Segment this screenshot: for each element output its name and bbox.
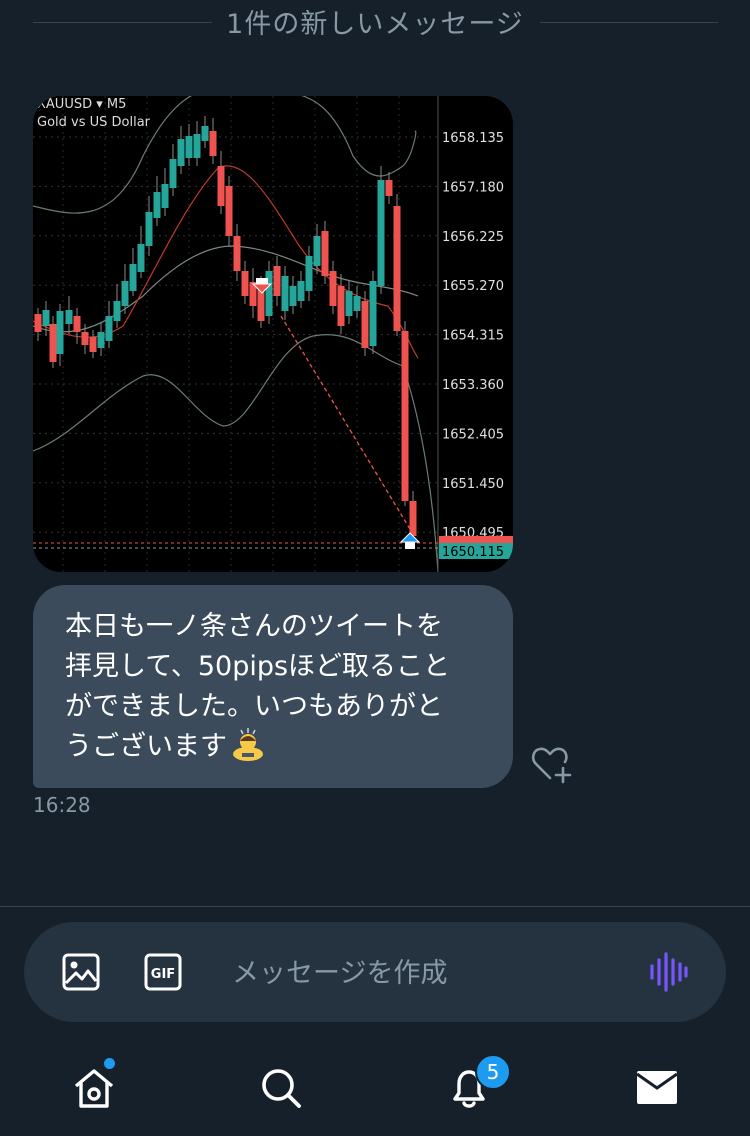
chart-subtitle: Gold vs US Dollar bbox=[37, 115, 151, 130]
new-messages-label: 1件の新しいメッセージ bbox=[212, 9, 538, 40]
price-tick: 1651.450 bbox=[442, 477, 504, 492]
candle-body bbox=[241, 271, 249, 296]
bollinger-bands bbox=[33, 96, 439, 572]
candle-body bbox=[121, 281, 129, 306]
new-messages-divider: 1件の新しいメッセージ bbox=[0, 0, 750, 44]
bottom-navigation: 5 bbox=[0, 1036, 750, 1136]
candle-body bbox=[81, 332, 89, 345]
candle-body bbox=[49, 324, 57, 362]
candle-body bbox=[409, 501, 417, 536]
candle-body bbox=[329, 271, 337, 306]
person-bowing-emoji bbox=[231, 727, 265, 773]
image-icon[interactable] bbox=[61, 952, 101, 992]
candle-body bbox=[193, 134, 201, 158]
candle-body bbox=[385, 180, 393, 196]
price-tick: 1652.405 bbox=[442, 427, 504, 442]
bb-mid bbox=[33, 245, 419, 333]
message-input[interactable] bbox=[230, 949, 614, 997]
message-line-1: 本日も一ノ条さんのツイートを bbox=[65, 611, 443, 642]
candle-body bbox=[353, 296, 361, 311]
candle-body bbox=[209, 131, 217, 156]
current-price-label: 1650.115 bbox=[442, 545, 504, 560]
price-tick: 1657.180 bbox=[442, 180, 504, 195]
candle-body bbox=[321, 231, 329, 276]
candle-body bbox=[401, 331, 409, 501]
candle-body bbox=[297, 281, 305, 301]
home-new-dot bbox=[104, 1058, 115, 1069]
candle-body bbox=[169, 159, 177, 188]
candle-body bbox=[345, 291, 353, 316]
candle-body bbox=[393, 206, 401, 331]
home-icon[interactable] bbox=[70, 1058, 118, 1112]
candle-body bbox=[225, 186, 233, 236]
message-line-2: 拝見して、50pipsほど取ること bbox=[65, 651, 451, 682]
price-axis-ticks: 1658.135 1657.180 1656.225 1655.270 1654.315… bbox=[442, 131, 504, 541]
candle-body bbox=[153, 192, 161, 218]
candle-body bbox=[185, 136, 193, 158]
candles bbox=[34, 116, 417, 544]
notifications-icon[interactable]: 5 bbox=[445, 1054, 511, 1112]
chart-symbol: XAUUSD ▾ M5 bbox=[37, 97, 126, 112]
candle-body bbox=[113, 301, 121, 321]
candle-body bbox=[281, 276, 289, 311]
candle-body bbox=[89, 337, 97, 352]
search-icon[interactable] bbox=[257, 1064, 305, 1112]
candle-body bbox=[42, 310, 50, 326]
message-timestamp: 16:28 bbox=[33, 793, 91, 817]
price-tick: 1658.135 bbox=[442, 131, 504, 146]
candle-body bbox=[201, 126, 209, 141]
message-line-3: ができました。いつもありがと bbox=[65, 691, 443, 722]
candle-body bbox=[145, 212, 153, 246]
candle-body bbox=[177, 139, 185, 166]
candle-body bbox=[305, 256, 313, 291]
candle-body bbox=[34, 314, 42, 332]
bb-lower bbox=[33, 334, 439, 572]
candle-body bbox=[337, 286, 345, 326]
message-bubble[interactable]: 本日も一ノ条さんのツイートを 拝見して、50pipsほど取ること ができました。… bbox=[33, 585, 513, 788]
candle-body bbox=[97, 332, 105, 348]
candle-body bbox=[137, 244, 145, 272]
price-tick: 1656.225 bbox=[442, 230, 504, 245]
candle-body bbox=[161, 184, 169, 208]
candle-body bbox=[313, 236, 321, 266]
price-tick: 1654.315 bbox=[442, 329, 504, 344]
add-reaction-icon[interactable] bbox=[530, 744, 576, 784]
notifications-badge: 5 bbox=[475, 1054, 511, 1090]
candle-body bbox=[361, 301, 369, 348]
attached-chart-image[interactable]: 1658.135 1657.180 1656.225 1655.270 1654.315… bbox=[33, 96, 513, 572]
messages-icon[interactable] bbox=[634, 1064, 682, 1112]
gif-label: GIF bbox=[151, 967, 175, 982]
candle-body bbox=[369, 281, 377, 346]
candle-body bbox=[65, 310, 73, 324]
trade-line bbox=[280, 315, 414, 535]
candle-body bbox=[56, 311, 64, 354]
candle-body bbox=[105, 316, 113, 341]
xauusd-chart: 1658.135 1657.180 1656.225 1655.270 1654.315… bbox=[33, 96, 513, 572]
price-tick: 1655.270 bbox=[442, 279, 504, 294]
candle-body bbox=[233, 236, 241, 271]
candle-body bbox=[217, 166, 225, 206]
candle-body bbox=[265, 271, 273, 316]
candle-body bbox=[129, 264, 137, 291]
candle-body bbox=[273, 266, 281, 296]
gif-icon[interactable]: GIF bbox=[143, 952, 183, 992]
voice-message-icon[interactable] bbox=[648, 952, 688, 992]
candle-body bbox=[377, 180, 385, 286]
composer-divider bbox=[0, 906, 750, 907]
candle-body bbox=[73, 316, 81, 332]
message-line-4: うございます bbox=[65, 731, 227, 762]
message-composer: GIF bbox=[24, 922, 726, 1022]
price-tick: 1653.360 bbox=[442, 378, 504, 393]
candle-body bbox=[289, 286, 297, 306]
